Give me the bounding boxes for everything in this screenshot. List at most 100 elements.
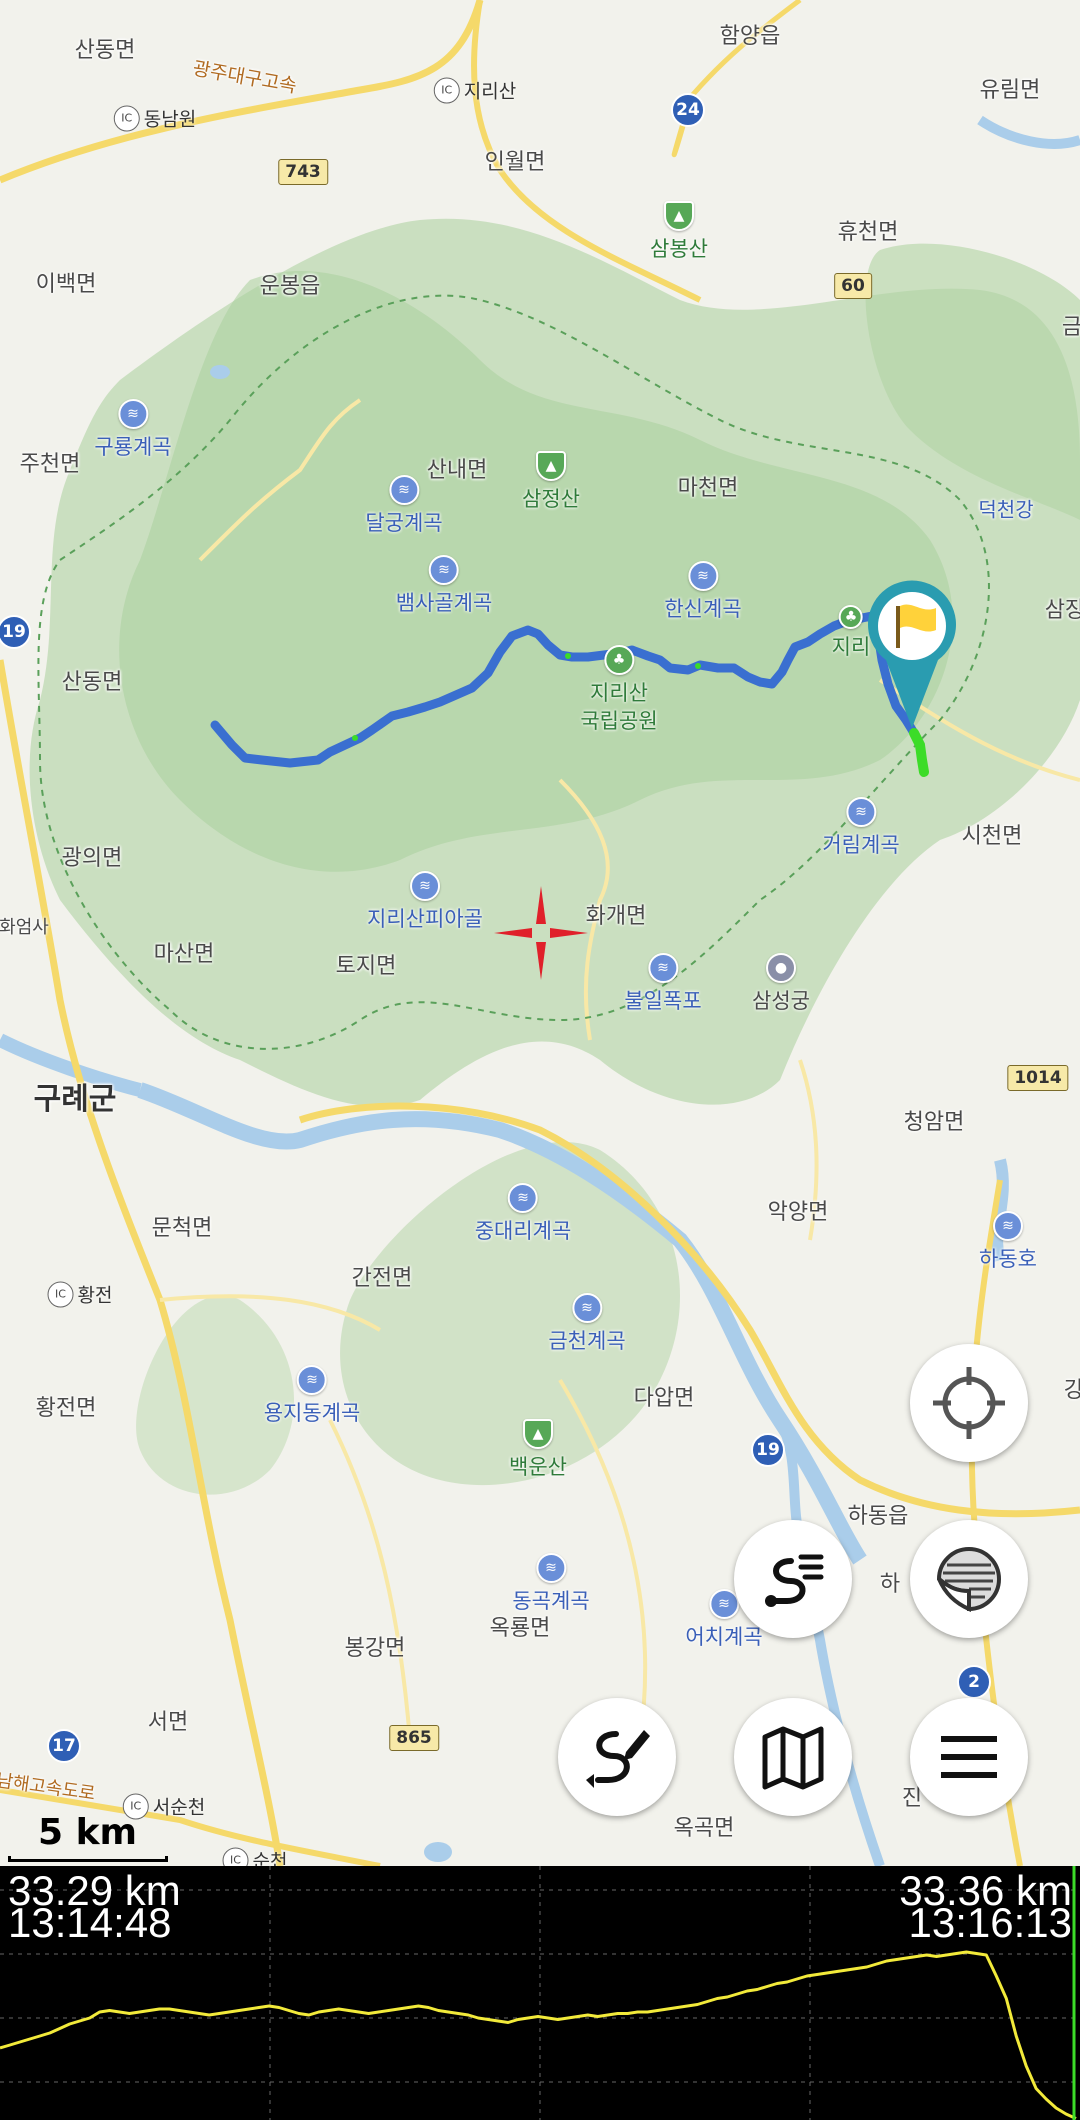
place-label: 문척면 <box>151 1216 213 1241</box>
route-shield: 1014 <box>1007 1065 1069 1091</box>
place-label: 삼장 <box>1044 598 1080 623</box>
park-icon: ♣ <box>604 645 634 675</box>
poi-valley[interactable]: ≋ 금천계곡 <box>548 1293 626 1355</box>
place-label: 화개면 <box>585 904 647 929</box>
mountain-icon: ▲ <box>523 1419 553 1449</box>
mountain-icon: ▲ <box>536 451 566 481</box>
place-label: 마천면 <box>677 476 739 501</box>
place-label: 황전면 <box>35 1396 97 1421</box>
poi-valley[interactable]: ≋ 용지동계곡 <box>264 1365 360 1427</box>
place-label: 서면 <box>147 1710 189 1735</box>
elevation-line <box>0 1950 1077 2120</box>
map-center-crosshair-icon <box>494 886 588 980</box>
place-label: 다압면 <box>633 1386 695 1411</box>
place-label: 유림면 <box>979 78 1041 103</box>
place-label: 청암면 <box>903 1110 965 1135</box>
river-label: 덕천강 <box>978 497 1034 522</box>
left-time: 13:14:48 <box>8 1899 172 1946</box>
interchange-icon: IC <box>47 1281 74 1307</box>
valley-icon: ≋ <box>389 475 419 505</box>
place-label: 간전면 <box>351 1266 413 1291</box>
menu-button[interactable] <box>910 1698 1028 1816</box>
elevation-profile-panel[interactable]: 33.29 km 13:14:48 33.36 km 13:16:13 <box>0 1866 1080 2120</box>
route-shield: 743 <box>278 159 328 185</box>
poi-national-park[interactable]: ♣ 지리산 국립공원 <box>580 645 658 735</box>
valley-icon: ≋ <box>409 871 440 901</box>
park-icon: ♣ <box>838 605 863 629</box>
interchange-icon: IC <box>433 77 460 103</box>
poi-valley[interactable]: ≋ 지리산피아골 <box>367 871 483 933</box>
app-root: { "map": { "scale_label": "5 km", "label… <box>0 0 1080 2120</box>
valley-icon: ≋ <box>507 1183 538 1213</box>
place-label: 악양면 <box>767 1200 829 1225</box>
locate-button[interactable] <box>910 1344 1028 1462</box>
place-label: 운봉읍 <box>259 274 321 299</box>
poi-mountain[interactable]: ▲ 삼봉산 <box>650 201 708 263</box>
place-label: 광의면 <box>61 846 123 871</box>
poi-valley[interactable]: ≋ 거림계곡 <box>822 797 900 859</box>
place-label: 하동읍 <box>847 1504 909 1529</box>
place-icon: ● <box>766 953 796 983</box>
map-view[interactable]: 산동면 광주대구고속 함양읍 유림면 인월면 이백면 운봉읍 휴천면 금 주천면… <box>0 0 1080 1866</box>
crosshair-locate-icon <box>933 1367 1005 1439</box>
poi-valley[interactable]: ≋ 동곡계곡 <box>512 1553 590 1615</box>
valley-icon: ≋ <box>688 561 718 591</box>
interchange-icon: IC <box>113 105 140 131</box>
right-time: 13:16:13 <box>908 1899 1073 1946</box>
layers-button[interactable] <box>910 1520 1028 1638</box>
interchange-marker: IC 황전 <box>47 1281 112 1308</box>
route-shield: 17 <box>47 1729 81 1763</box>
route-shield: 60 <box>834 273 872 299</box>
mountain-icon: ▲ <box>664 201 694 231</box>
poi-mountain[interactable]: ▲ 삼정산 <box>522 451 580 513</box>
poi-valley[interactable]: ≋ 달궁계곡 <box>365 475 443 537</box>
place-label: 시천면 <box>961 824 1023 849</box>
route-list-button[interactable] <box>734 1520 852 1638</box>
interchange-marker: IC 동남원 <box>113 105 196 132</box>
interchange-marker: IC 순천 <box>222 1847 287 1866</box>
destination-flag-pin[interactable] <box>866 580 958 730</box>
lake-icon: ≋ <box>993 1211 1023 1241</box>
interchange-icon: IC <box>222 1847 249 1866</box>
poi-lake[interactable]: ≋ 하동호 <box>979 1211 1037 1273</box>
valley-icon: ≋ <box>296 1365 327 1395</box>
valley-icon: ≋ <box>572 1293 602 1323</box>
draw-route-button[interactable] <box>558 1698 676 1816</box>
place-label: 주천면 <box>19 452 81 477</box>
poi-waterfall[interactable]: ≋ 불일폭포 <box>624 953 702 1015</box>
valley-icon: ≋ <box>846 797 876 827</box>
layers-icon <box>936 1547 1001 1613</box>
poi-valley[interactable]: ≋ 뱀사골계곡 <box>396 555 492 617</box>
poi-valley[interactable]: ≋ 한신계곡 <box>664 561 742 623</box>
scale-label: 5 km <box>38 1812 138 1853</box>
route-shield: 2 <box>957 1665 991 1699</box>
map-select-button[interactable] <box>734 1698 852 1816</box>
poi-mountain[interactable]: ▲ 백운산 <box>509 1419 567 1481</box>
place-label: 함양읍 <box>719 24 781 49</box>
valley-icon: ≋ <box>709 1589 739 1619</box>
waterfall-icon: ≋ <box>648 953 678 983</box>
place-label: 마산면 <box>153 942 215 967</box>
poi-place[interactable]: ● 삼성궁 <box>752 953 810 1015</box>
map-icon <box>762 1726 824 1790</box>
place-label: 이백면 <box>35 272 97 297</box>
valley-icon: ≋ <box>428 555 459 585</box>
route-list-icon <box>765 1554 824 1607</box>
draw-route-icon <box>586 1730 650 1788</box>
valley-icon: ≋ <box>118 399 148 429</box>
route-shield: 19 <box>751 1433 785 1467</box>
place-label: 화엄사 <box>0 917 49 938</box>
place-label: 옥곡면 <box>673 1816 735 1841</box>
route-shield: 865 <box>389 1725 439 1751</box>
place-label: 산동면 <box>74 38 136 63</box>
interchange-marker: IC 지리산 <box>433 77 516 104</box>
poi-peak[interactable]: ♣ 지리 <box>832 605 870 661</box>
poi-valley[interactable]: ≋ 구룡계곡 <box>94 399 172 461</box>
route-shield: 24 <box>671 93 705 127</box>
poi-valley[interactable]: ≋ 중대리계곡 <box>475 1183 571 1245</box>
place-label: 금 <box>1061 315 1080 340</box>
scale-bar: 5 km <box>8 1812 168 1862</box>
menu-icon <box>941 1736 997 1778</box>
valley-icon: ≋ <box>536 1553 566 1583</box>
place-label: 강 <box>1063 1378 1080 1403</box>
